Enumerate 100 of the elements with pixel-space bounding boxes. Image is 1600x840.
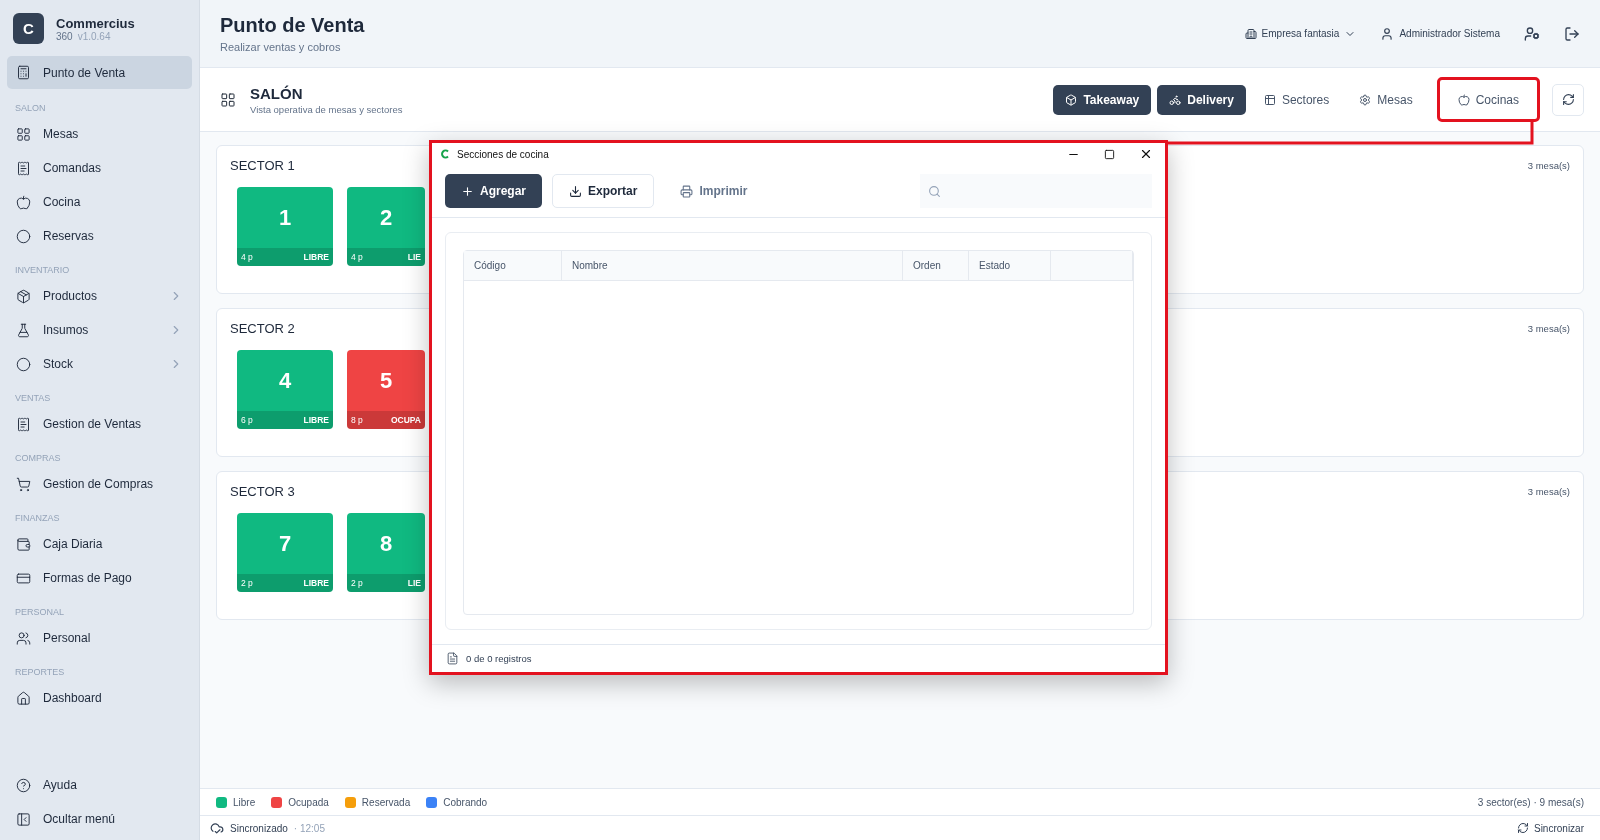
section-title: SALÓN bbox=[250, 84, 304, 102]
search-icon bbox=[928, 184, 941, 198]
version-label: v1.0.64 bbox=[77, 30, 111, 42]
flask-icon bbox=[16, 322, 31, 338]
refresh-icon bbox=[1516, 822, 1529, 834]
section-label: SALON bbox=[14, 102, 47, 115]
app-logo-icon bbox=[440, 149, 450, 159]
refresh-button[interactable] bbox=[1552, 83, 1584, 116]
brand-name: Commercius bbox=[56, 15, 135, 31]
building-icon bbox=[1244, 27, 1257, 40]
company-selector[interactable]: Empresa fantasia bbox=[1244, 27, 1357, 40]
record-count: 0 de 0 registros bbox=[466, 653, 532, 664]
section-label: VENTAS bbox=[14, 392, 52, 405]
users-icon bbox=[16, 630, 31, 646]
document-icon bbox=[446, 652, 459, 665]
grid-icon bbox=[220, 91, 236, 108]
sector-title: SECTOR 2 bbox=[230, 321, 295, 336]
nav-item[interactable]: Reservas bbox=[7, 219, 192, 253]
edition-label: 360 bbox=[56, 30, 73, 42]
nav-item[interactable]: Productos bbox=[7, 279, 192, 313]
box-icon bbox=[1065, 93, 1078, 106]
nav-item[interactable]: Formas de Pago bbox=[7, 561, 192, 595]
nav-item[interactable]: Punto de Venta bbox=[7, 56, 192, 89]
circle-icon bbox=[16, 356, 31, 372]
nav-item[interactable]: Gestion de Ventas bbox=[7, 407, 192, 441]
sync-status: Sincronizado bbox=[230, 822, 288, 834]
toolbar-button[interactable]: Exportar bbox=[552, 174, 655, 208]
toolbar-button[interactable]: Delivery bbox=[1157, 84, 1246, 115]
cloud-icon bbox=[210, 821, 224, 835]
bicycle-icon bbox=[1169, 93, 1182, 106]
calculator-icon bbox=[16, 65, 31, 80]
user-switch-icon[interactable] bbox=[1524, 25, 1540, 42]
table-tile[interactable]: 5 8 p OCUPA bbox=[347, 350, 425, 429]
section-label: PERSONAL bbox=[14, 606, 66, 619]
section-label: INVENTARIO bbox=[14, 264, 71, 277]
toolbar-button[interactable]: Cocinas bbox=[1436, 77, 1540, 122]
logout-icon[interactable] bbox=[1564, 25, 1580, 42]
close-icon[interactable] bbox=[1139, 147, 1153, 161]
nav-item[interactable]: Mesas bbox=[7, 117, 192, 151]
toolbar-button[interactable]: Sectores bbox=[1251, 84, 1342, 115]
panel-icon bbox=[16, 811, 31, 827]
receipt-icon bbox=[16, 160, 31, 176]
download-icon bbox=[569, 184, 582, 198]
nav-item[interactable]: Stock bbox=[7, 347, 192, 381]
column-header: Orden bbox=[903, 251, 969, 280]
section-subtitle: Vista operativa de mesas y sectores bbox=[250, 103, 403, 115]
user-icon bbox=[1380, 26, 1395, 41]
column-header: Código bbox=[464, 251, 562, 280]
table-icon bbox=[1263, 93, 1276, 106]
column-header: Estado bbox=[969, 251, 1051, 280]
table-count: 3 mesa(s) bbox=[1527, 486, 1570, 497]
table-count: 3 mesa(s) bbox=[1527, 323, 1570, 334]
legend-label: Libre bbox=[233, 796, 256, 808]
circle-icon bbox=[16, 228, 31, 244]
legend-label: Reservada bbox=[361, 796, 411, 808]
nav-item[interactable]: Insumos bbox=[7, 313, 192, 347]
wallet-icon bbox=[16, 536, 31, 552]
nav-item[interactable]: Dashboard bbox=[7, 681, 192, 715]
section-label: REPORTES bbox=[14, 666, 66, 679]
card-icon bbox=[16, 570, 31, 586]
sector-title: SECTOR 3 bbox=[230, 484, 295, 499]
table-count: 3 mesa(s) bbox=[1527, 160, 1570, 171]
toolbar-button[interactable]: Takeaway bbox=[1053, 84, 1152, 115]
plus-icon bbox=[461, 184, 474, 198]
printer-icon bbox=[680, 184, 694, 198]
column-header: Nombre bbox=[562, 251, 903, 280]
refresh-icon bbox=[1561, 93, 1575, 106]
settings-icon bbox=[1359, 93, 1372, 106]
nav-item[interactable]: Personal bbox=[7, 621, 192, 655]
apple-icon bbox=[1457, 93, 1470, 106]
page-title: Punto de Venta bbox=[220, 14, 365, 37]
grid-icon bbox=[16, 126, 31, 142]
app-logo: C bbox=[13, 13, 44, 44]
nav-item[interactable]: Caja Diaria bbox=[7, 527, 192, 561]
nav-item[interactable]: Ocultar menú bbox=[7, 802, 192, 836]
legend-label: Cobrando bbox=[443, 796, 488, 808]
nav-item[interactable]: Comandas bbox=[7, 151, 192, 185]
legend-label: Ocupada bbox=[288, 796, 329, 808]
nav-item[interactable]: Cocina bbox=[7, 185, 192, 219]
dialog-title: Secciones de cocina bbox=[457, 148, 549, 160]
nav-item[interactable]: Ayuda bbox=[7, 768, 192, 802]
help-icon bbox=[16, 777, 31, 793]
sync-button[interactable]: Sincronizar bbox=[1516, 822, 1584, 834]
box-icon bbox=[16, 288, 31, 304]
apple-icon bbox=[16, 194, 31, 210]
sector-title: SECTOR 1 bbox=[230, 158, 295, 173]
sync-time: · 12:05 bbox=[293, 822, 325, 834]
user-menu[interactable]: Administrador Sistema bbox=[1380, 26, 1500, 41]
section-label: COMPRAS bbox=[14, 452, 62, 465]
cart-icon bbox=[16, 476, 31, 492]
house-icon bbox=[16, 690, 31, 706]
maximize-icon[interactable] bbox=[1104, 148, 1115, 160]
toolbar-button[interactable]: Agregar bbox=[445, 174, 542, 208]
search-field[interactable] bbox=[920, 174, 1152, 208]
toolbar-button[interactable]: Mesas bbox=[1347, 84, 1425, 115]
receipt-icon bbox=[16, 416, 31, 432]
page-subtitle: Realizar ventas y cobros bbox=[220, 41, 342, 53]
section-label: FINANZAS bbox=[14, 512, 61, 525]
summary-text: 3 sector(es) · 9 mesa(s) bbox=[1477, 796, 1584, 808]
nav-item[interactable]: Gestion de Compras bbox=[7, 467, 192, 501]
